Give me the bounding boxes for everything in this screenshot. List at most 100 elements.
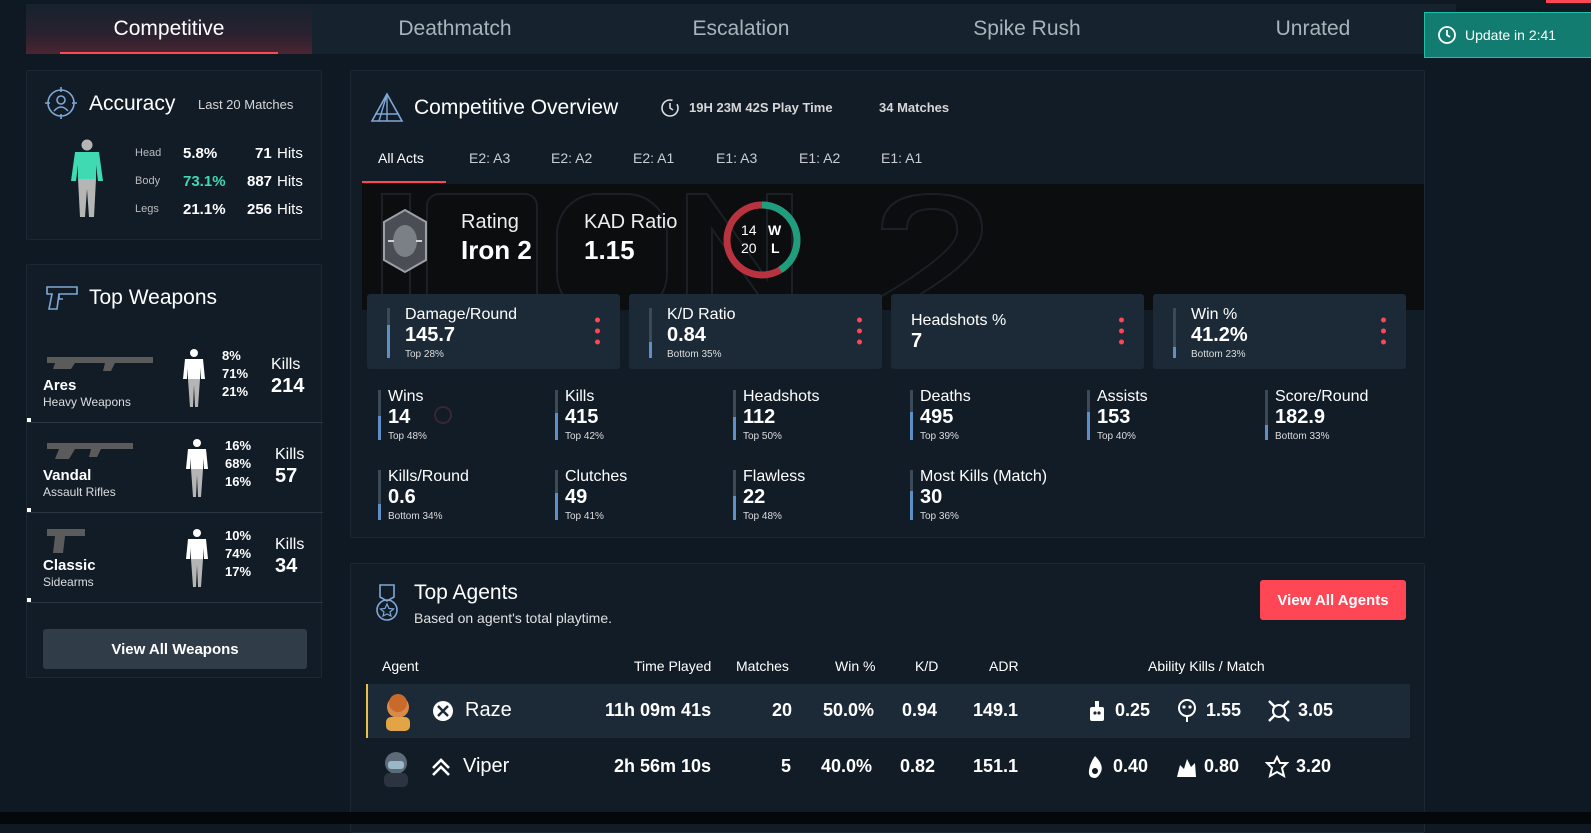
weapon-name: Ares: [43, 377, 77, 394]
top-right-accent: [1546, 0, 1591, 3]
stat-percentile: Bottom 34%: [388, 511, 443, 522]
tab-spike-rush[interactable]: Spike Rush: [884, 4, 1170, 54]
stat-label: Most Kills (Match): [920, 468, 1048, 485]
card-value: 41.2%: [1191, 324, 1248, 346]
part-label: Body: [135, 175, 161, 187]
act-tab-underline: [362, 181, 446, 183]
stat-percentile: Top 48%: [743, 511, 782, 522]
win-pct: 40.0%: [821, 756, 873, 776]
part-pct: 73.1%: [183, 173, 226, 190]
vandal-weapon-icon: [47, 443, 133, 459]
stat-percentile: Top 39%: [920, 431, 959, 442]
view-all-weapons-button[interactable]: View All Weapons: [43, 629, 307, 669]
body-diagram-icon: [71, 139, 103, 217]
more-options-icon[interactable]: [1119, 316, 1124, 346]
duelist-role-icon: [433, 701, 453, 721]
wins-letter: W: [768, 222, 782, 238]
ability-kills-2: 0.80: [1204, 756, 1240, 776]
card-value: 0.84: [667, 324, 706, 346]
ability-kills-1: 0.25: [1115, 700, 1151, 720]
part-pct: 21.1%: [183, 201, 226, 218]
col-matches: Matches: [736, 658, 789, 674]
ability-kills-2: 1.55: [1206, 700, 1242, 720]
act-tab-e2a3[interactable]: E2: A3: [469, 150, 510, 166]
part-hits: 887: [247, 173, 273, 190]
body-pct: 71%: [222, 366, 249, 381]
act-tab-e1a2[interactable]: E1: A2: [799, 150, 840, 166]
stat-assists: Assists 153 Top 40%: [1087, 386, 1247, 446]
card-value: 145.7: [405, 324, 456, 346]
legs-pct: 21%: [222, 384, 249, 399]
agents-title: Top Agents: [414, 581, 518, 604]
more-options-icon[interactable]: [595, 316, 600, 346]
tab-unrated[interactable]: Unrated: [1170, 4, 1456, 54]
card-percentile: Top 28%: [405, 349, 444, 360]
act-tab-e2a2[interactable]: E2: A2: [551, 150, 592, 166]
update-button[interactable]: Update in 2:41: [1424, 12, 1591, 58]
accuracy-panel: Accuracy Last 20 Matches Head 5.8% 71 Hi…: [26, 70, 322, 240]
more-options-icon[interactable]: [1381, 316, 1386, 346]
stat-value: 49: [565, 486, 588, 508]
kills-value: 34: [275, 555, 298, 577]
stat-flawless: Flawless 22 Top 48%: [733, 466, 893, 526]
view-all-agents-button[interactable]: View All Agents: [1260, 580, 1406, 620]
accuracy-range: Last 20 Matches: [198, 97, 294, 112]
act-tab-e2a1[interactable]: E2: A1: [633, 150, 674, 166]
card-label: Win %: [1191, 306, 1238, 323]
stat-card-kd-ratio: K/D Ratio 0.84 Bottom 35%: [629, 294, 882, 369]
more-options-icon[interactable]: [857, 316, 862, 346]
part-hits: 256: [247, 201, 273, 218]
losses-count: 20: [741, 240, 757, 256]
weapon-row-vandal[interactable]: Vandal Assault Rifles 16% 68% 16% Kills …: [27, 423, 323, 513]
stat-card-win-pct: Win % 41.2% Bottom 23%: [1153, 294, 1406, 369]
rating-label: Rating: [461, 211, 519, 233]
tab-competitive[interactable]: Competitive: [26, 4, 312, 54]
kd: 0.82: [900, 756, 936, 776]
percentile-fill: [555, 413, 558, 440]
col-ability-kills: Ability Kills / Match: [1148, 658, 1265, 674]
ares-weapon-icon: [47, 357, 153, 371]
time-played: 11h 09m 41s: [605, 700, 712, 720]
weapon-name: Classic: [43, 557, 96, 574]
kad-value: 1.15: [584, 235, 635, 265]
medal-icon: [376, 584, 398, 621]
ability-kills-3: 3.05: [1298, 700, 1334, 720]
stat-value: 0.6: [388, 486, 416, 508]
classic-weapon-icon: [47, 529, 85, 553]
act-tab-e1a1[interactable]: E1: A1: [881, 150, 922, 166]
win-loss-ring: [723, 201, 801, 279]
blast-pack-icon: [1178, 699, 1196, 722]
stat-label: Flawless: [743, 468, 806, 485]
tab-escalation[interactable]: Escalation: [598, 4, 884, 54]
stat-clutches: Clutches 49 Top 41%: [555, 466, 715, 526]
stat-label: Wins: [388, 388, 424, 405]
ability-kills-1: 0.40: [1113, 756, 1149, 776]
body-diagram-icon: [186, 529, 208, 587]
weapon-row-ares[interactable]: Ares Heavy Weapons 8% 71% 21% Kills 214: [27, 333, 323, 423]
row-marker: [27, 418, 31, 422]
stat-percentile: Bottom 33%: [1275, 431, 1330, 442]
weapon-row-classic[interactable]: Classic Sidearms 10% 74% 17% Kills 34: [27, 513, 323, 603]
act-tab-all[interactable]: All Acts: [378, 150, 424, 166]
tab-deathmatch[interactable]: Deathmatch: [312, 4, 598, 54]
agent-name: Raze: [465, 699, 512, 721]
pyramid-icon: [370, 92, 404, 122]
time-played: 2h 56m 10s: [614, 756, 712, 776]
act-tab-e1a3[interactable]: E1: A3: [716, 150, 757, 166]
stat-value: 30: [920, 486, 943, 508]
stat-value: 495: [920, 406, 954, 428]
weapon-name: Vandal: [43, 467, 92, 484]
agent-row-viper[interactable]: Viper 2h 56m 10s 5 40.0% 0.82 151.1 0.40…: [366, 740, 1410, 794]
card-percentile: Bottom 35%: [667, 349, 722, 360]
agent-row-raze[interactable]: Raze 11h 09m 41s 20 50.0% 0.94 149.1 0.2…: [366, 684, 1410, 738]
stat-percentile: Top 50%: [743, 431, 782, 442]
hits-unit: Hits: [277, 201, 303, 218]
stat-label: Kills: [565, 388, 595, 405]
kills-value: 57: [275, 465, 298, 487]
matches-count: 34 Matches: [879, 100, 950, 115]
accuracy-row-legs: Legs 21.1% 256 Hits: [135, 199, 315, 223]
top-weapons-panel: Top Weapons Ares Heavy Weapons 8% 71% 21…: [26, 264, 323, 678]
stat-score-round: Score/Round 182.9 Bottom 33%: [1265, 386, 1425, 446]
part-label: Legs: [135, 203, 159, 215]
weapon-category: Assault Rifles: [43, 485, 116, 499]
